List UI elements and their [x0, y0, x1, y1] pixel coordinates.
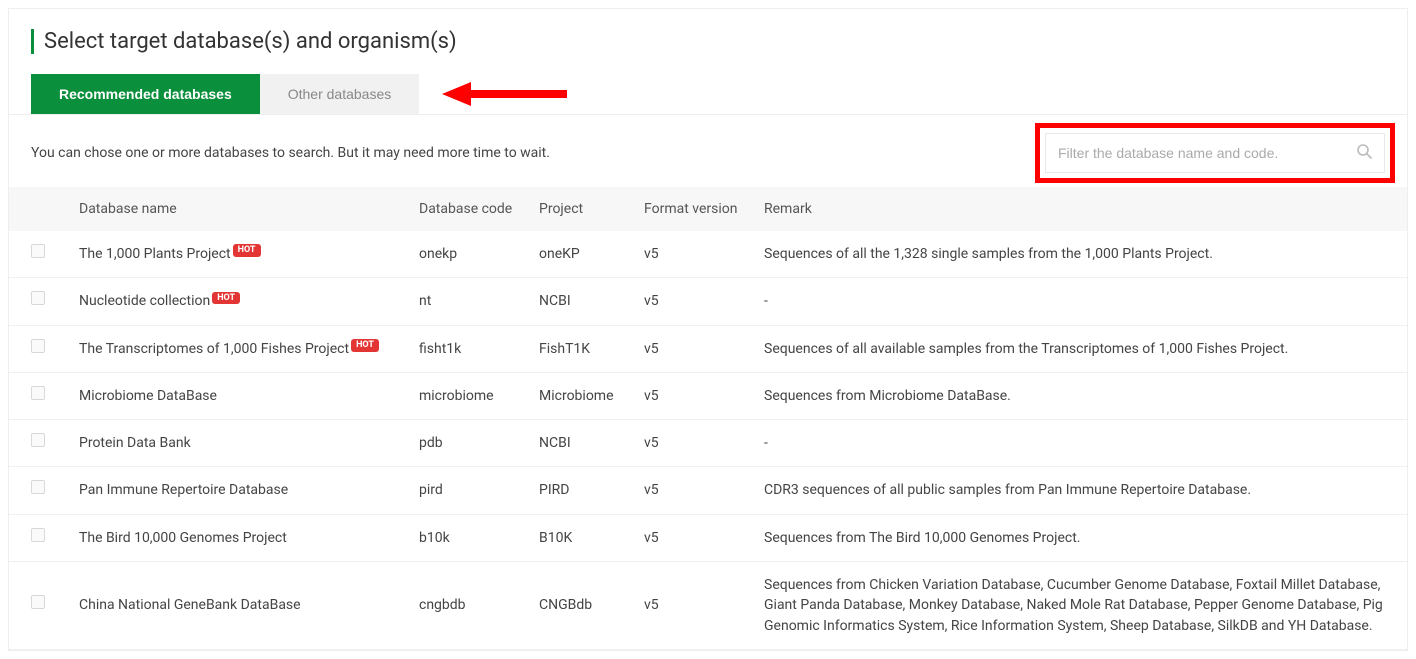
- annotation-arrow-icon: [437, 79, 572, 109]
- table-row: China National GeneBank DataBase cngbdbCN…: [9, 562, 1407, 650]
- cell-format: v5: [634, 514, 754, 561]
- hot-badge: HOT: [212, 292, 240, 305]
- cell-code: microbiome: [409, 372, 529, 419]
- cell-project: B10K: [529, 514, 634, 561]
- row-checkbox[interactable]: [31, 339, 45, 353]
- cell-remark: -: [754, 278, 1407, 325]
- database-name-text: Pan Immune Repertoire Database: [79, 482, 288, 498]
- row-checkbox[interactable]: [31, 528, 45, 542]
- cell-checkbox: [9, 231, 69, 278]
- cell-remark: -: [754, 420, 1407, 467]
- table-row: Microbiome DataBase microbiomeMicrobiomev…: [9, 372, 1407, 419]
- cell-name: China National GeneBank DataBase: [69, 562, 409, 650]
- cell-format: v5: [634, 420, 754, 467]
- cell-remark: Sequences of all available samples from …: [754, 325, 1407, 372]
- cell-name: The Bird 10,000 Genomes Project: [69, 514, 409, 561]
- cell-code: nt: [409, 278, 529, 325]
- cell-checkbox: [9, 325, 69, 372]
- cell-code: onekp: [409, 231, 529, 278]
- database-name-text: Microbiome DataBase: [79, 388, 217, 404]
- cell-checkbox: [9, 562, 69, 650]
- cell-format: v5: [634, 372, 754, 419]
- row-checkbox[interactable]: [31, 595, 45, 609]
- table-row: Nucleotide collectionHOTntNCBIv5-: [9, 278, 1407, 325]
- database-name-text: China National GeneBank DataBase: [79, 597, 301, 613]
- database-name-text: The Transcriptomes of 1,000 Fishes Proje…: [79, 341, 349, 357]
- filter-box: [1045, 133, 1385, 173]
- row-checkbox[interactable]: [31, 433, 45, 447]
- col-header-name: Database name: [69, 187, 409, 231]
- table-row: The Bird 10,000 Genomes Project b10kB10Kv…: [9, 514, 1407, 561]
- table-row: The 1,000 Plants ProjectHOTonekponeKPv5S…: [9, 231, 1407, 278]
- row-checkbox[interactable]: [31, 291, 45, 305]
- row-checkbox[interactable]: [31, 244, 45, 258]
- col-header-format: Format version: [634, 187, 754, 231]
- cell-checkbox: [9, 372, 69, 419]
- cell-remark: Sequences from Microbiome DataBase.: [754, 372, 1407, 419]
- cell-format: v5: [634, 467, 754, 514]
- cell-name: Protein Data Bank: [69, 420, 409, 467]
- cell-checkbox: [9, 467, 69, 514]
- cell-project: PIRD: [529, 467, 634, 514]
- database-name-text: Protein Data Bank: [79, 435, 191, 451]
- database-name-text: Nucleotide collection: [79, 293, 210, 309]
- hint-text: You can chose one or more databases to s…: [31, 145, 550, 161]
- cell-format: v5: [634, 325, 754, 372]
- filter-input[interactable]: [1058, 145, 1348, 161]
- row-checkbox[interactable]: [31, 480, 45, 494]
- cell-project: Microbiome: [529, 372, 634, 419]
- cell-name: Nucleotide collectionHOT: [69, 278, 409, 325]
- cell-remark: Sequences of all the 1,328 single sample…: [754, 231, 1407, 278]
- table-row: The Transcriptomes of 1,000 Fishes Proje…: [9, 325, 1407, 372]
- hot-badge: HOT: [233, 244, 261, 257]
- subtext-row: You can chose one or more databases to s…: [9, 115, 1407, 187]
- cell-code: pird: [409, 467, 529, 514]
- search-icon[interactable]: [1356, 143, 1372, 163]
- hot-badge: HOT: [351, 339, 379, 352]
- cell-code: b10k: [409, 514, 529, 561]
- cell-code: pdb: [409, 420, 529, 467]
- cell-code: cngbdb: [409, 562, 529, 650]
- cell-project: NCBI: [529, 278, 634, 325]
- cell-checkbox: [9, 420, 69, 467]
- tab-other[interactable]: Other databases: [260, 74, 420, 114]
- cell-remark: Sequences from Chicken Variation Databas…: [754, 562, 1407, 650]
- cell-format: v5: [634, 562, 754, 650]
- table-row: Protein Data Bank pdbNCBIv5-: [9, 420, 1407, 467]
- filter-wrap: [1045, 133, 1385, 173]
- cell-project: CNGBdb: [529, 562, 634, 650]
- cell-checkbox: [9, 278, 69, 325]
- tabs-row: Recommended databases Other databases: [9, 74, 1407, 115]
- cell-name: The 1,000 Plants ProjectHOT: [69, 231, 409, 278]
- cell-name: Pan Immune Repertoire Database: [69, 467, 409, 514]
- col-header-remark: Remark: [754, 187, 1407, 231]
- cell-remark: Sequences from The Bird 10,000 Genomes P…: [754, 514, 1407, 561]
- database-name-text: The Bird 10,000 Genomes Project: [79, 530, 287, 546]
- cell-checkbox: [9, 514, 69, 561]
- cell-project: FishT1K: [529, 325, 634, 372]
- table-row: Pan Immune Repertoire Database pirdPIRDv5…: [9, 467, 1407, 514]
- cell-code: fisht1k: [409, 325, 529, 372]
- table-header-row: Database name Database code Project Form…: [9, 187, 1407, 231]
- cell-project: NCBI: [529, 420, 634, 467]
- cell-name: The Transcriptomes of 1,000 Fishes Proje…: [69, 325, 409, 372]
- database-name-text: The 1,000 Plants Project: [79, 246, 231, 262]
- col-header-project: Project: [529, 187, 634, 231]
- col-header-checkbox: [9, 187, 69, 231]
- cell-name: Microbiome DataBase: [69, 372, 409, 419]
- section-title: Select target database(s) and organism(s…: [31, 29, 1407, 54]
- cell-project: oneKP: [529, 231, 634, 278]
- database-table: Database name Database code Project Form…: [9, 187, 1407, 650]
- col-header-code: Database code: [409, 187, 529, 231]
- tab-recommended[interactable]: Recommended databases: [31, 74, 260, 114]
- row-checkbox[interactable]: [31, 386, 45, 400]
- database-selection-panel: Select target database(s) and organism(s…: [8, 8, 1408, 651]
- cell-format: v5: [634, 278, 754, 325]
- cell-remark: CDR3 sequences of all public samples fro…: [754, 467, 1407, 514]
- cell-format: v5: [634, 231, 754, 278]
